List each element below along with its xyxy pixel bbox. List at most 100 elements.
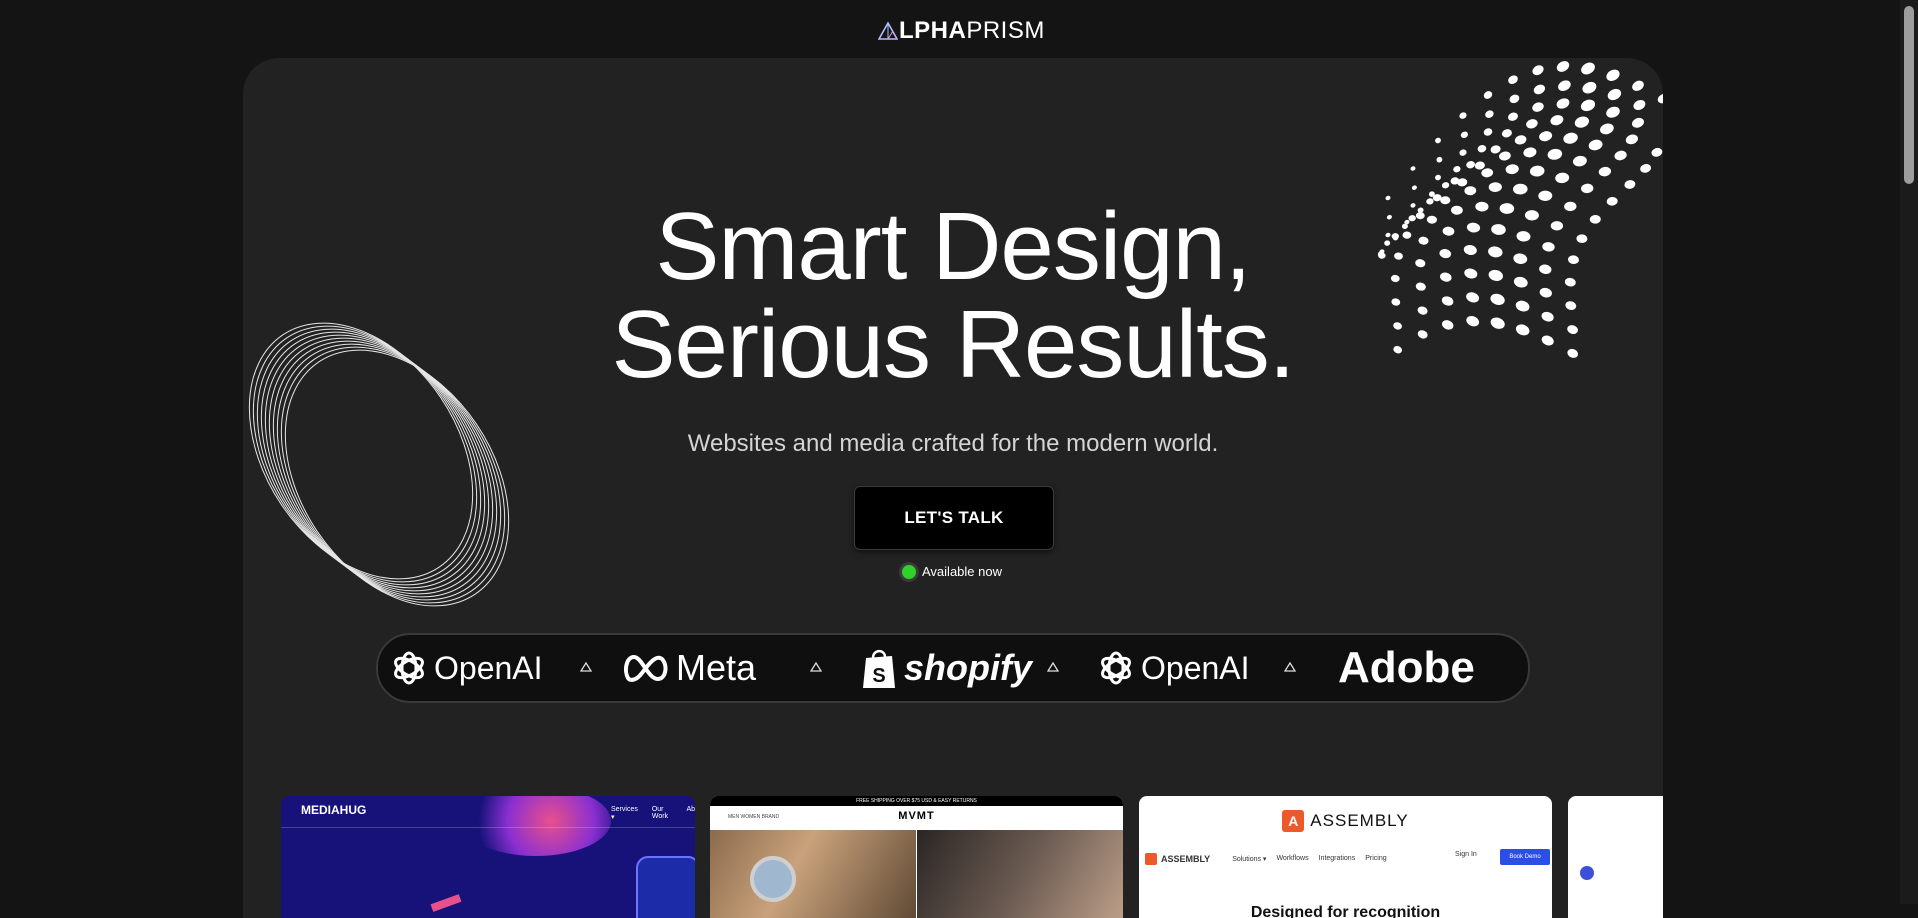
svg-text:S: S — [872, 665, 885, 687]
openai-icon — [1101, 651, 1131, 685]
decor-dot — [1483, 128, 1493, 136]
decor-dot — [1625, 134, 1638, 145]
decor-dot — [1582, 81, 1597, 94]
decor-dot — [1555, 172, 1570, 184]
decor-dot — [1451, 205, 1463, 215]
decor-dot — [1418, 236, 1429, 245]
alphaprism-logo[interactable]: LPHA PRISM — [878, 17, 1045, 45]
portfolio-card-mvmt[interactable]: FREE SHIPPING OVER $75 USD & EASY RETURN… — [710, 796, 1123, 918]
decor-dot — [1541, 335, 1554, 346]
hero-title-line-1: Smart Design, — [655, 193, 1251, 300]
decor-dot — [1439, 249, 1452, 259]
client-logo-shopify: S shopify — [860, 635, 1032, 701]
assembly-nav-link: Workflows — [1276, 855, 1309, 862]
triangle-separator-icon — [810, 661, 822, 672]
decor-dot — [1499, 151, 1511, 161]
client-name: OpenAI — [1141, 649, 1250, 686]
page-scrollbar[interactable] — [1900, 0, 1918, 904]
gradient-blob — [461, 796, 611, 856]
portfolio-card-partial[interactable] — [1568, 796, 1663, 918]
client-logo-meta: Meta — [622, 635, 756, 701]
watch-image — [750, 856, 796, 902]
portfolio-card-mediahug[interactable]: MEDIAHUG Services ▾ Our Work Ab — [281, 796, 695, 918]
decor-dot — [1640, 164, 1652, 173]
decor-dot — [1581, 62, 1595, 75]
decor-dot — [1508, 75, 1518, 85]
decor-dot — [1463, 245, 1477, 255]
client-logo-adobe: Adobe — [1338, 635, 1475, 701]
decor-dot — [1474, 161, 1485, 170]
decor-dot — [1631, 117, 1645, 128]
decor-dot — [1614, 150, 1627, 161]
decor-dot — [1439, 272, 1452, 282]
decor-dot — [1415, 282, 1426, 291]
scrollbar-thumb[interactable] — [1904, 6, 1914, 184]
top-header: LPHA PRISM — [0, 0, 1900, 58]
status-dot-icon — [902, 564, 916, 579]
decor-dot — [1417, 306, 1428, 315]
decor-dot — [1513, 253, 1528, 264]
decor-dot — [1565, 301, 1577, 310]
logo-thin-text: PRISM — [966, 17, 1045, 44]
decor-dot — [1532, 102, 1544, 112]
meta-infinity-icon — [624, 654, 668, 682]
decor-dot — [1567, 348, 1579, 358]
decor-dot — [1539, 287, 1552, 298]
client-name: OpenAI — [434, 649, 543, 686]
decor-dot — [1606, 69, 1620, 82]
decor-dot — [1485, 110, 1494, 118]
decor-dot — [1550, 221, 1564, 231]
decor-dot — [1477, 145, 1487, 153]
decor-dot — [1410, 166, 1416, 171]
openai-icon — [394, 651, 424, 685]
decor-dot — [1501, 129, 1512, 138]
decor-dot — [1598, 166, 1612, 177]
decor-dot — [1564, 201, 1577, 212]
decor-dot — [1426, 215, 1437, 224]
decor-dot — [1564, 277, 1576, 287]
decor-dot — [1490, 293, 1505, 306]
triangle-separator-icon — [1284, 661, 1296, 672]
assembly-nav-brand: ASSEMBLY — [1161, 854, 1211, 864]
mediahug-nav: Services ▾ Our Work Ab — [611, 806, 695, 821]
decor-dot — [1442, 226, 1455, 236]
lets-talk-button[interactable]: LET'S TALK — [854, 486, 1054, 550]
round-logo-icon — [1580, 866, 1594, 880]
availability-status: Available now — [902, 564, 1002, 579]
client-logo-openai-2: OpenAI — [1097, 635, 1250, 701]
prism-triangle-icon — [878, 21, 898, 40]
client-name: Meta — [676, 647, 757, 688]
decor-dot — [1464, 268, 1478, 279]
hero-subtitle: Websites and media crafted for the moder… — [687, 430, 1219, 457]
decor-dot — [1524, 210, 1539, 221]
dot-wave-decoration — [1378, 61, 1663, 358]
assembly-navbar: ASSEMBLY Solutions ▾ Workflows Integrati… — [1145, 849, 1550, 867]
decor-dot — [1567, 325, 1578, 335]
portfolio-card-assembly[interactable]: A ASSEMBLY ASSEMBLY Solutions ▾ Workflow… — [1139, 796, 1552, 918]
decor-dot — [1572, 155, 1587, 167]
shopify-bag-icon: S — [863, 649, 895, 688]
triangle-separator-icon — [580, 661, 592, 672]
decor-dot — [1523, 147, 1537, 158]
assembly-brand: ASSEMBLY — [1310, 811, 1409, 830]
decor-dot — [1606, 196, 1618, 206]
decor-dot — [1624, 180, 1636, 189]
decor-dot — [1466, 316, 1480, 327]
decor-dot — [1529, 165, 1545, 177]
decor-dot — [1490, 145, 1501, 154]
triangle-separator-icon — [1047, 661, 1059, 672]
assembly-headline: Designed for recognition — [1250, 904, 1441, 918]
decor-dot — [1632, 80, 1644, 91]
decor-dot — [1541, 311, 1554, 322]
decor-dot — [1464, 186, 1477, 196]
decor-dot — [1435, 137, 1441, 144]
decor-dot — [1466, 292, 1480, 303]
client-logo-openai: OpenAI — [390, 635, 543, 701]
client-logo-strip: OpenAI Meta S shopify OpenAI Adobe — [376, 633, 1530, 703]
decor-dot — [1513, 183, 1528, 195]
decor-dot — [1651, 147, 1663, 157]
assembly-signin: Sign In — [1455, 851, 1477, 858]
decor-dot — [1556, 98, 1570, 109]
assembly-nav-link: Solutions ▾ — [1232, 856, 1267, 863]
decor-dot — [1499, 203, 1515, 214]
